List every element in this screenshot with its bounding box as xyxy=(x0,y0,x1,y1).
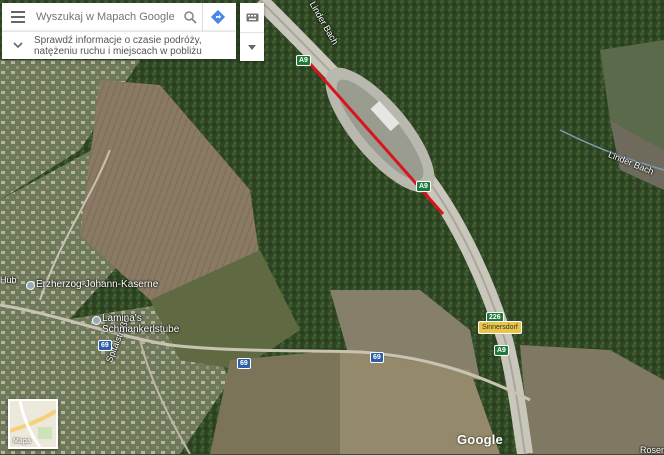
place-label-schmankerlstube: Schmankerlstube xyxy=(102,324,180,335)
place-pin-icon[interactable] xyxy=(26,281,35,290)
road-shield: A9 xyxy=(494,345,509,356)
road-shield: A9 xyxy=(296,55,311,66)
road-shield: 69 xyxy=(98,340,112,351)
map-layer-toggle-button[interactable]: Mapa xyxy=(8,399,58,449)
caret-down-icon[interactable] xyxy=(240,33,264,61)
search-input[interactable] xyxy=(34,10,178,24)
place-pin-icon[interactable] xyxy=(92,316,101,325)
search-box xyxy=(2,3,236,31)
satellite-map[interactable] xyxy=(0,0,664,454)
side-tab xyxy=(240,3,264,61)
hamburger-menu-icon[interactable] xyxy=(2,3,34,31)
road-shield: 69 xyxy=(370,352,384,363)
traffic-info-text: Sprawdź informacje o czasie podróży, nat… xyxy=(34,34,202,57)
chevron-down-icon[interactable] xyxy=(2,32,34,59)
search-icon[interactable] xyxy=(178,3,202,31)
keyboard-icon[interactable] xyxy=(240,3,264,33)
place-label-lamina[interactable]: Lamina's xyxy=(102,313,142,324)
exit-sign: Sinnersdorf xyxy=(478,321,522,334)
place-label-kaserne[interactable]: Erzherzog-Johann-Kaserne xyxy=(36,279,158,290)
layer-button-label: Mapa xyxy=(13,438,31,445)
directions-icon[interactable] xyxy=(202,3,233,31)
road-shield: A9 xyxy=(416,181,431,192)
road-shield: 69 xyxy=(237,358,251,369)
place-label-hub: Hub xyxy=(0,275,17,285)
traffic-info-panel[interactable]: Sprawdź informacje o czasie podróży, nat… xyxy=(2,31,236,59)
google-logo: Google xyxy=(457,432,503,447)
